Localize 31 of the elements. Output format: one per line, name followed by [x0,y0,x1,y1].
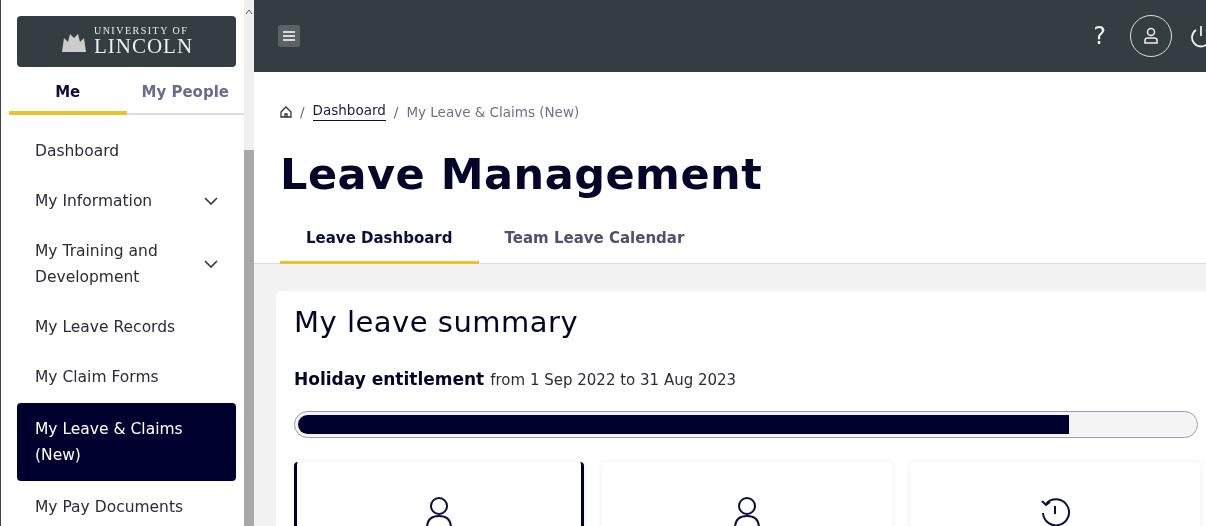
page-title: Leave Management [280,149,764,199]
logo-text: UNIVERSITY OF [93,26,189,36]
person-icon [731,496,763,526]
sidebar-item[interactable]: Dashboard [17,127,236,175]
home-icon[interactable] [280,105,292,118]
scrollbar[interactable] [244,0,254,526]
power-button[interactable] [1190,24,1206,48]
logo-text: LINCOLN [93,36,194,57]
help-button[interactable]: ? [1087,22,1112,50]
person-icon [423,496,455,526]
breadcrumb-current: My Leave & Claims (New) [406,103,580,120]
sidebar-item[interactable]: My Training and Development [17,227,236,301]
section-heading: My leave summary [294,305,580,339]
menu-icon [283,31,295,41]
sidebar-tab[interactable]: My People [126,75,244,115]
history-icon [1039,496,1071,526]
sidebar-item[interactable]: My Leave Records [17,303,236,351]
person-icon [1143,27,1159,45]
breadcrumb-separator: / [300,103,305,120]
sidebar-item[interactable]: My Leave & Claims (New) [17,403,236,481]
sidebar-item[interactable]: My Pay Documents [17,483,236,526]
entitlement-label: Holiday entitlement [294,369,485,389]
sidebar-item[interactable]: My Information [17,177,236,225]
breadcrumb-link[interactable]: Dashboard [312,102,386,121]
breadcrumb-separator: / [393,103,399,120]
university-logo[interactable]: UNIVERSITY OF LINCOLN [17,16,236,67]
sidebar-item[interactable]: My Claim Forms [17,353,236,401]
page-tab[interactable]: Team Leave Calendar [478,217,711,264]
entitlement-period: from 1 Sep 2022 to 31 Aug 2023 [490,371,737,389]
menu-button[interactable] [278,25,300,47]
sidebar-tab[interactable]: Me [9,75,127,115]
